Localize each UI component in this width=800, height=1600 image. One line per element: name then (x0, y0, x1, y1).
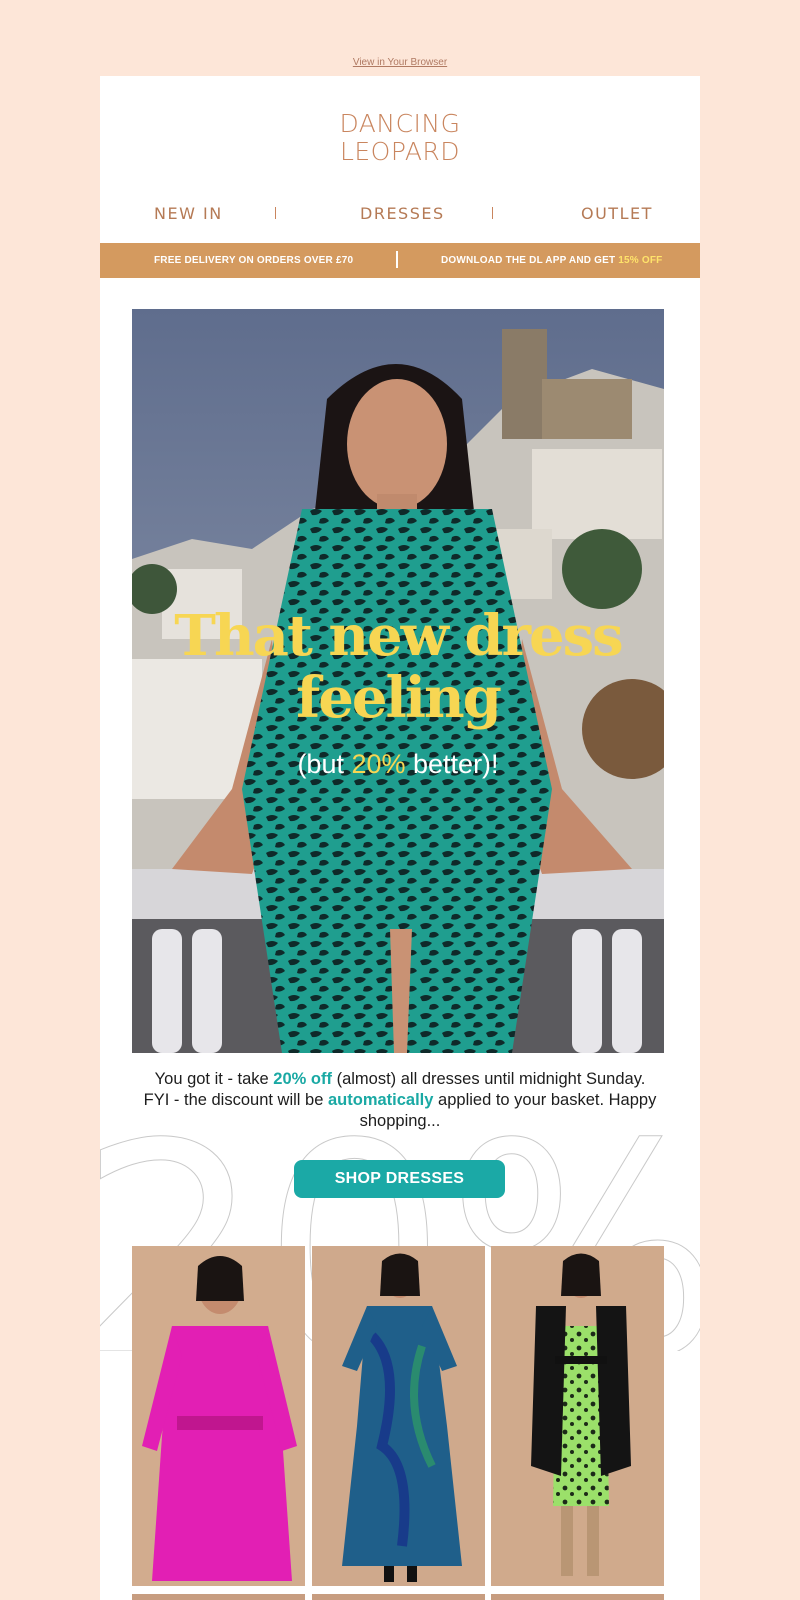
hero-sub-suffix: better)! (405, 749, 499, 779)
product-card-blue-dress[interactable] (312, 1246, 485, 1586)
product-grid (132, 1246, 664, 1586)
message-highlight-automatic: automatically (327, 1091, 434, 1109)
promo-bar: FREE DELIVERY ON ORDERS OVER £70 DOWNLOA… (100, 243, 700, 278)
product-grid-row2 (132, 1594, 664, 1600)
message-highlight-discount: 20% off (273, 1070, 332, 1088)
nav-divider (275, 207, 276, 219)
free-delivery-text[interactable]: FREE DELIVERY ON ORDERS OVER £70 (154, 255, 353, 266)
green-leopard-dress-photo (491, 1246, 664, 1586)
message-part-1: You got it - take (154, 1070, 274, 1088)
product-card-peek[interactable] (312, 1594, 485, 1600)
promo-divider (396, 251, 398, 268)
shop-dresses-button[interactable]: SHOP DRESSES (294, 1160, 505, 1198)
email-card: DANCING LEOPARD NEW IN DRESSES OUTLET FR… (100, 76, 700, 1600)
hero-banner[interactable]: That new dress feeling (but 20% better)! (132, 309, 664, 1053)
app-download-prefix: DOWNLOAD THE DL APP AND GET (441, 255, 619, 266)
nav-divider (492, 207, 493, 219)
view-in-browser-link[interactable]: View in Your Browser (0, 57, 800, 68)
nav-item-dresses[interactable]: DRESSES (360, 204, 445, 223)
pink-shirt-dress-photo (132, 1246, 305, 1586)
hero-headline: That new dress feeling (132, 605, 664, 729)
product-card-peek[interactable] (132, 1594, 305, 1600)
brand-logo[interactable]: DANCING LEOPARD (100, 110, 700, 166)
hero-sub-prefix: (but (297, 749, 352, 779)
nav-item-outlet[interactable]: OUTLET (581, 204, 653, 223)
hero-sub-discount: 20% (351, 749, 406, 779)
hero-headline-line1: That new dress (174, 603, 623, 669)
product-card-peek[interactable] (491, 1594, 664, 1600)
product-card-green-dress[interactable] (491, 1246, 664, 1586)
hero-headline-line2: feeling (296, 665, 502, 731)
nav-item-new-in[interactable]: NEW IN (154, 204, 223, 223)
product-card-pink-dress[interactable] (132, 1246, 305, 1586)
app-download-text[interactable]: DOWNLOAD THE DL APP AND GET 15% OFF (441, 255, 662, 266)
hero-subheadline: (but 20% better)! (132, 749, 664, 780)
brand-logo-line2: LEOPARD (339, 137, 461, 166)
brand-logo-line1: DANCING (339, 109, 461, 138)
main-nav: NEW IN DRESSES OUTLET (100, 204, 700, 226)
blue-wrap-dress-photo (312, 1246, 485, 1586)
app-discount-highlight: 15% OFF (618, 255, 663, 266)
